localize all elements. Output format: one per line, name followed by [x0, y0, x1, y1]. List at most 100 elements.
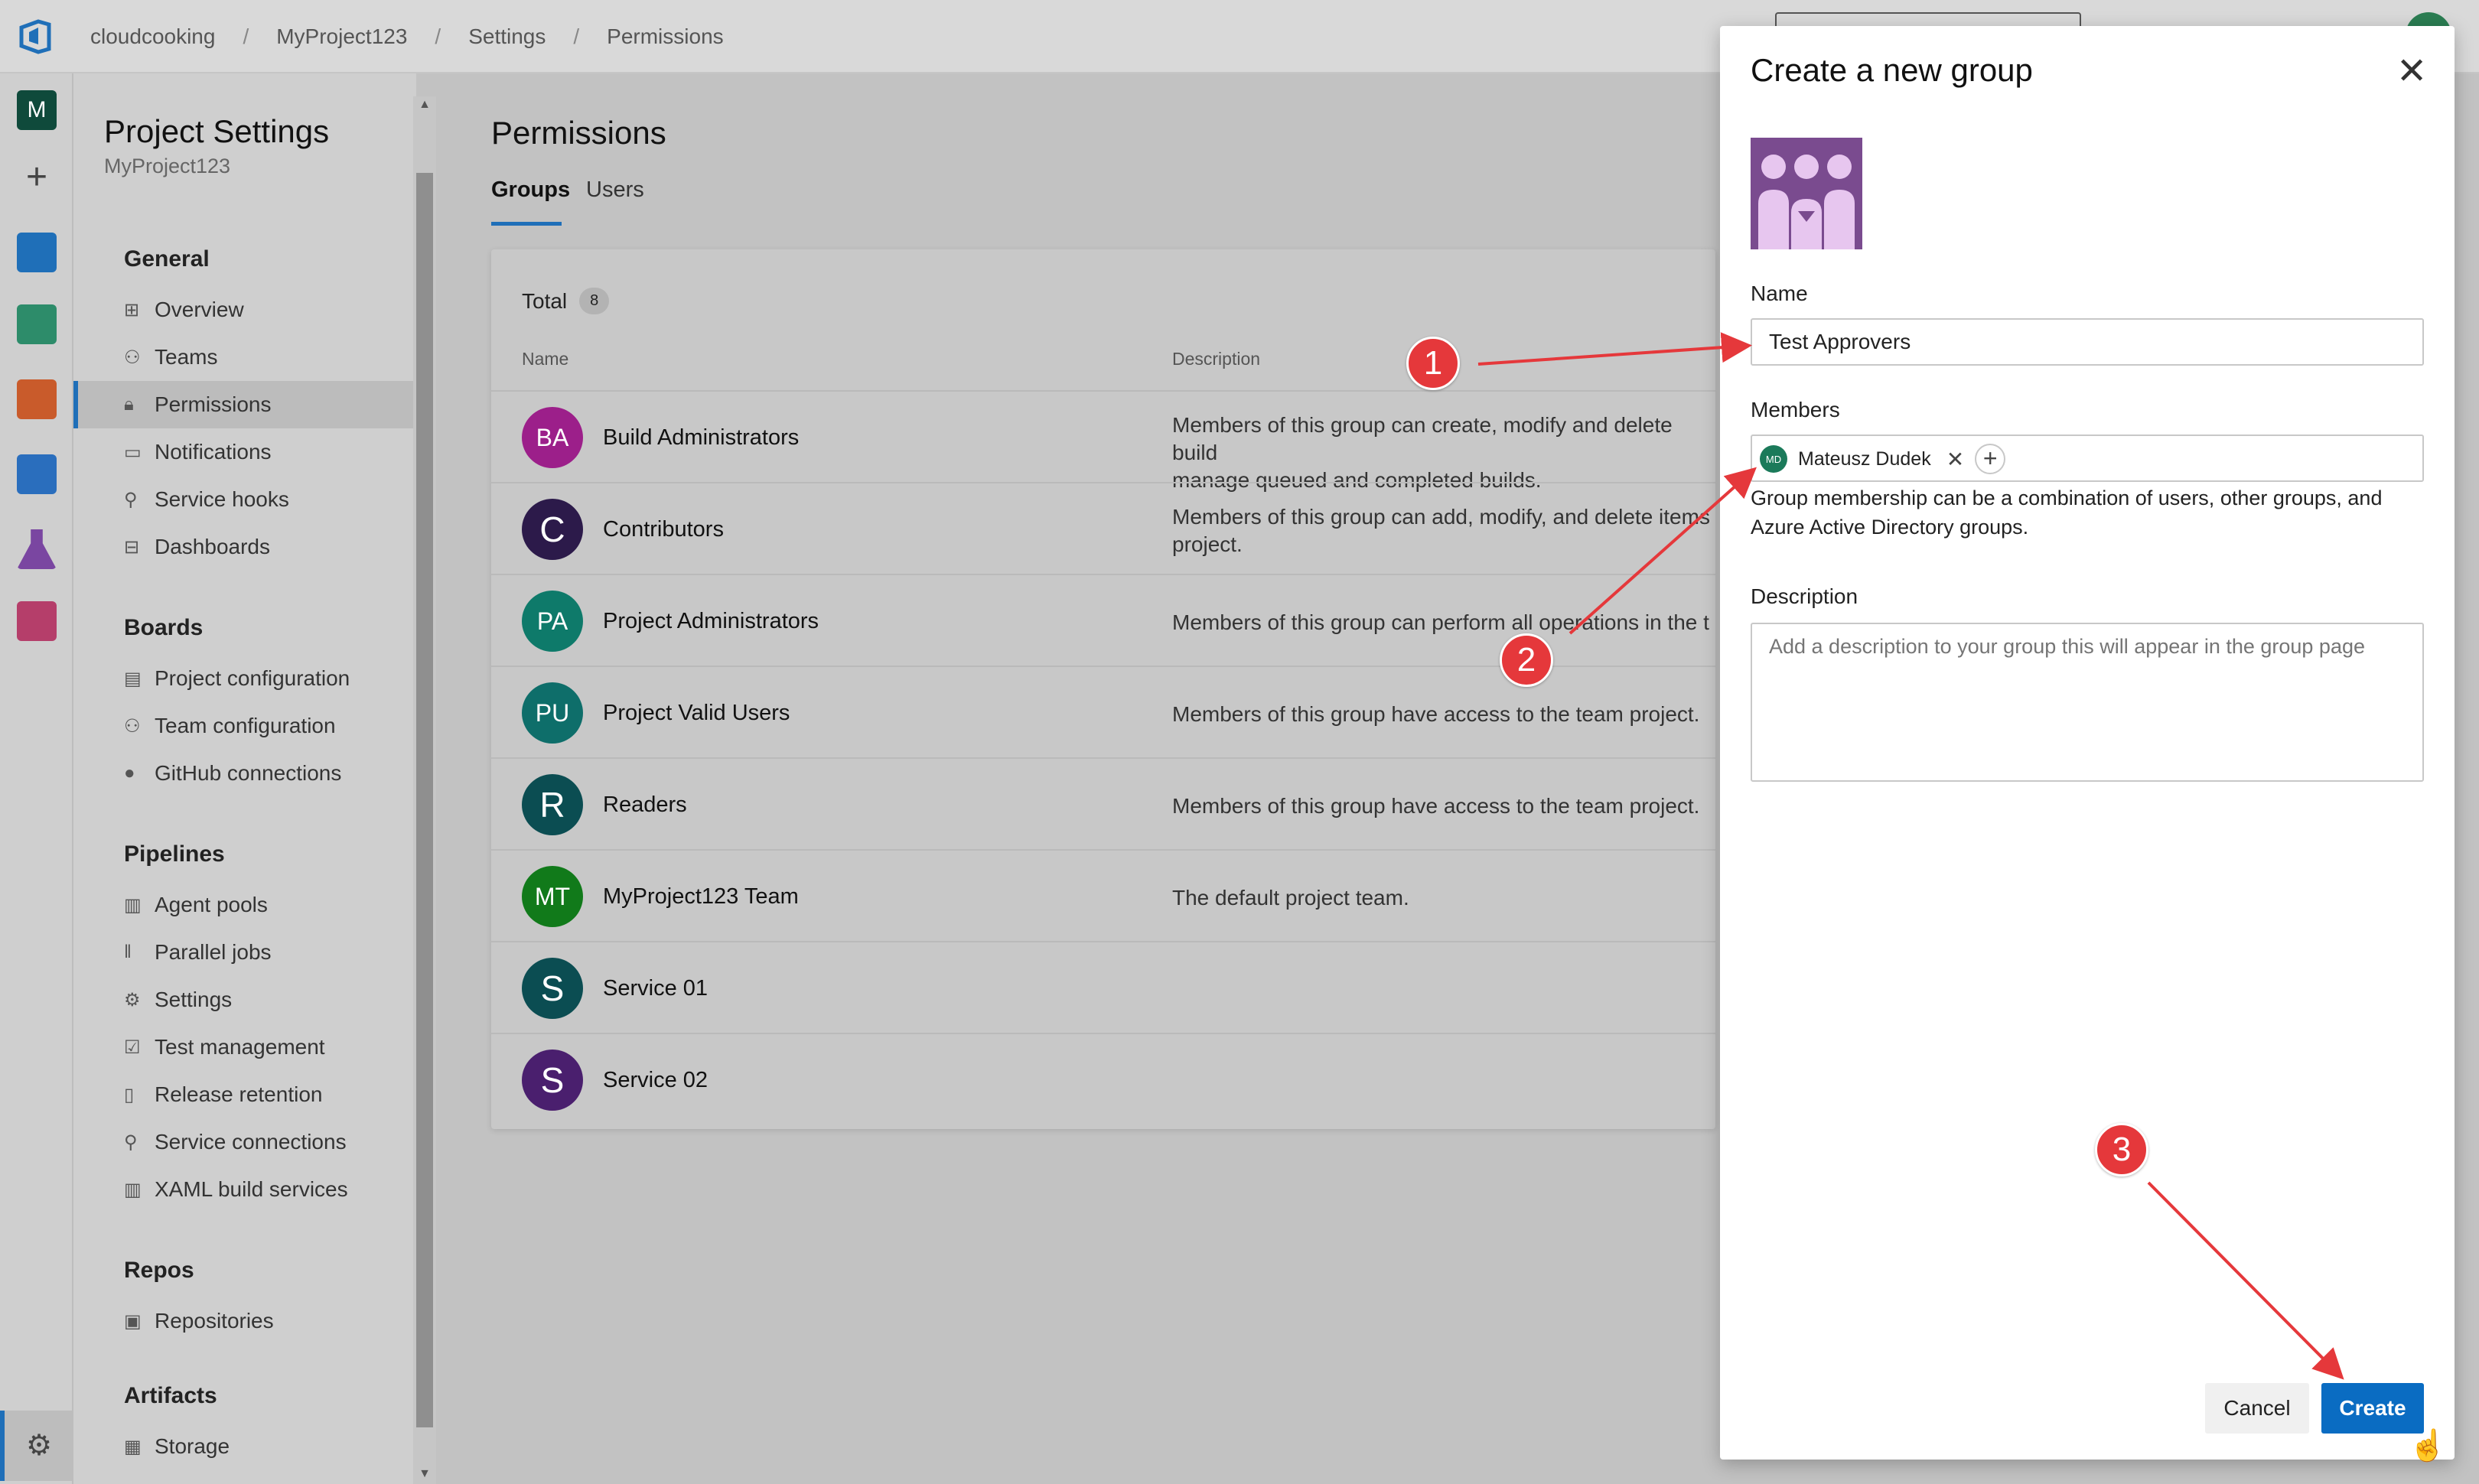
members-picker[interactable]: MD Mateusz Dudek ✕ + [1751, 434, 2424, 482]
total-label: Total [522, 288, 568, 313]
total-count: Total 8 [522, 288, 610, 314]
name-field[interactable]: Test Approvers [1751, 318, 2424, 366]
nav-item-label: GitHub connections [155, 761, 342, 785]
table-row[interactable]: MT MyProject123 Team The default project… [491, 849, 1715, 941]
name-label: Name [1751, 282, 1808, 305]
avatar: PA [522, 591, 583, 652]
azure-devops-logo-icon[interactable] [15, 17, 55, 57]
repos-icon[interactable] [17, 379, 57, 419]
nav-section-repos: Repos [124, 1258, 194, 1283]
tab-users[interactable]: Users [586, 177, 644, 203]
test-plans-icon[interactable] [17, 529, 57, 569]
nav-item-label: Test management [155, 1035, 325, 1059]
nav-item-permissions[interactable]: 🔒︎ Permissions [73, 381, 416, 428]
add-icon[interactable]: + [17, 158, 57, 197]
avatar: C [522, 499, 583, 560]
nav-item-service-hooks[interactable]: ⚲ Service hooks [73, 476, 416, 523]
table-row[interactable]: BA Build Administrators Members of this … [491, 390, 1715, 492]
avatar: BA [522, 407, 583, 468]
nav-item-storage[interactable]: ▦ Storage [73, 1423, 416, 1470]
cancel-button[interactable]: Cancel [2205, 1383, 2309, 1434]
avatar: R [522, 774, 583, 835]
member-chip[interactable]: MD Mateusz Dudek ✕ + [1760, 444, 2006, 474]
avatar: S [522, 958, 583, 1019]
create-group-dialog: Create a new group ✕ Name Test Approvers… [1720, 26, 2455, 1460]
boards-icon[interactable] [17, 233, 57, 272]
artifacts-icon[interactable] [17, 601, 57, 641]
group-description: The default project team. [1172, 886, 1409, 910]
settings-nav: Project Settings MyProject123 General ⊞ O… [73, 73, 436, 1484]
nav-item-github-connections[interactable]: ● GitHub connections [73, 750, 416, 797]
gear-icon: ⚙ [124, 989, 141, 1010]
nav-item-test-management[interactable]: ☑ Test management [73, 1024, 416, 1071]
nav-item-label: Agent pools [155, 893, 268, 916]
deployments-icon[interactable] [17, 454, 57, 494]
nav-section-general: General [124, 246, 210, 272]
nav-item-dashboards[interactable]: ⊟ Dashboards [73, 523, 416, 571]
breadcrumb-separator: / [243, 24, 249, 48]
nav-item-repositories[interactable]: ▣ Repositories [73, 1297, 416, 1345]
tab-groups[interactable]: Groups [491, 177, 570, 203]
project-avatar[interactable]: M [17, 90, 57, 130]
group-name: Project Valid Users [603, 701, 790, 725]
nav-item-label: Parallel jobs [155, 940, 272, 964]
settings-title: Project Settings [104, 113, 330, 149]
close-icon[interactable]: ✕ [2396, 54, 2427, 90]
table-row[interactable]: S Service 01 [491, 941, 1715, 1033]
breadcrumb-settings[interactable]: Settings [468, 24, 546, 49]
active-tab-indicator [491, 222, 562, 226]
annotation-marker-3: 3 [2095, 1123, 2148, 1176]
nav-item-team-configuration[interactable]: ⚇ Team configuration [73, 702, 416, 750]
dialog-title: Create a new group [1751, 52, 2033, 88]
scroll-down-icon[interactable]: ▼ [416, 1467, 433, 1481]
description-label: Description [1751, 584, 1858, 608]
nav-item-parallel-jobs[interactable]: ‖ Parallel jobs [73, 929, 416, 976]
hand-cursor-icon: ☝ [2409, 1429, 2447, 1463]
group-name: Contributors [603, 517, 724, 542]
nav-section-pipelines: Pipelines [124, 841, 225, 867]
description-field[interactable] [1751, 623, 2424, 782]
table-row[interactable]: C Contributors Members of this group can… [491, 482, 1715, 574]
annotation-marker-2: 2 [1500, 633, 1553, 687]
members-help-text: Group membership can be a combination of… [1751, 487, 2383, 539]
project-settings-button[interactable]: ⚙ [0, 1411, 73, 1481]
nav-item-service-connections[interactable]: ⚲ Service connections [73, 1118, 416, 1166]
notification-icon: ▭ [124, 441, 142, 463]
column-header-name[interactable]: Name [522, 349, 568, 369]
nav-item-label: Team configuration [155, 714, 336, 737]
table-row[interactable]: S Service 02 [491, 1033, 1715, 1124]
scroll-up-icon[interactable]: ▲ [416, 98, 433, 112]
nav-item-label: XAML build services [155, 1177, 348, 1201]
column-header-description[interactable]: Description [1172, 349, 1260, 369]
group-name: Project Administrators [603, 609, 819, 633]
team-config-icon: ⚇ [124, 715, 141, 737]
breadcrumb-permissions[interactable]: Permissions [607, 24, 723, 49]
nav-item-agent-pools[interactable]: ▥ Agent pools [73, 881, 416, 929]
repo-icon: ▣ [124, 1310, 142, 1332]
nav-item-project-configuration[interactable]: ▤ Project configuration [73, 655, 416, 702]
nav-item-release-retention[interactable]: ▯ Release retention [73, 1071, 416, 1118]
nav-scrollbar[interactable]: ▲ ▼ [413, 96, 436, 1484]
scroll-thumb[interactable] [416, 173, 433, 1427]
create-button[interactable]: Create [2321, 1383, 2424, 1434]
group-name: MyProject123 Team [603, 884, 799, 909]
nav-item-teams[interactable]: ⚇ Teams [73, 334, 416, 381]
pipelines-icon[interactable] [17, 304, 57, 344]
breadcrumb-project[interactable]: MyProject123 [276, 24, 407, 49]
table-row[interactable]: R Readers Members of this group have acc… [491, 757, 1715, 849]
nav-item-label: Dashboards [155, 535, 270, 558]
nav-item-settings[interactable]: ⚙ Settings [73, 976, 416, 1024]
nav-item-xaml-build-services[interactable]: ▥ XAML build services [73, 1166, 416, 1213]
nav-item-overview[interactable]: ⊞ Overview [73, 286, 416, 334]
member-avatar: MD [1760, 445, 1787, 473]
nav-item-notifications[interactable]: ▭ Notifications [73, 428, 416, 476]
add-member-icon[interactable]: + [1975, 444, 2006, 474]
agent-pool-icon: ▥ [124, 894, 142, 916]
nav-item-label: Service hooks [155, 487, 289, 511]
search-box[interactable] [1775, 12, 2081, 28]
overview-icon: ⊞ [124, 299, 140, 321]
remove-member-icon[interactable]: ✕ [1946, 447, 1964, 472]
avatar: PU [522, 682, 583, 744]
group-image-icon[interactable] [1751, 138, 1862, 249]
breadcrumb-organization[interactable]: cloudcooking [90, 24, 215, 49]
